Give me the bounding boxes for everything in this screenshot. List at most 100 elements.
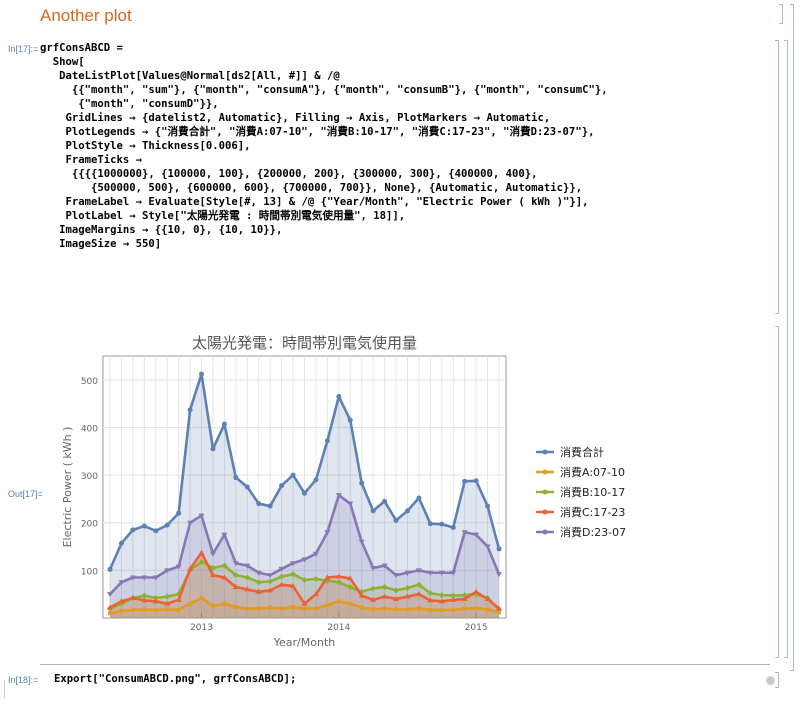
data-point: [245, 606, 250, 611]
code-line[interactable]: Show[: [40, 55, 608, 69]
data-point: [164, 522, 170, 528]
data-point: [291, 605, 296, 610]
legend-label: 消費C:17-23: [560, 505, 625, 519]
code-line[interactable]: {{{{1000000}, {100000, 100}, {200000, 20…: [40, 167, 608, 181]
legend-marker: [542, 509, 548, 515]
data-point: [188, 601, 193, 606]
data-point: [462, 606, 467, 611]
data-point: [405, 607, 410, 612]
legend-marker: [542, 469, 548, 475]
code-line[interactable]: ImageMargins → {{10, 0}, {10, 10}},: [40, 223, 608, 237]
data-point: [393, 517, 399, 523]
data-point: [427, 521, 433, 527]
data-point: [302, 490, 307, 496]
data-point: [416, 495, 422, 501]
code-line[interactable]: ImageSize → 550]: [40, 237, 608, 251]
data-point: [313, 477, 319, 483]
out17-label: Out[17]=: [8, 489, 43, 499]
y-tick-label: 200: [81, 520, 98, 530]
data-point: [336, 393, 342, 399]
data-point: [382, 498, 388, 504]
data-point: [256, 606, 261, 611]
y-tick-label: 500: [81, 377, 98, 387]
data-point: [382, 606, 387, 611]
data-point: [359, 480, 365, 486]
data-point: [462, 478, 468, 484]
data-point: [347, 417, 353, 423]
chart: 太陽光発電：時間帯別電気使用量 100 200 300 400 500 2013 2014 20…: [58, 334, 648, 654]
data-point: [370, 508, 376, 514]
legend-label: 消費合計: [560, 445, 604, 459]
code-cell-18[interactable]: Export["ConsumABCD.png", grfConsABCD];: [54, 672, 296, 686]
y-tick-label: 300: [81, 472, 98, 482]
cell-options-button[interactable]: [766, 676, 775, 685]
data-point: [268, 605, 273, 610]
data-point: [142, 607, 147, 612]
data-point: [302, 606, 307, 611]
notebook: Another plot In[17]:= grfConsABCD = Show…: [0, 0, 800, 711]
output-cell-bracket[interactable]: [775, 326, 779, 658]
data-point: [130, 607, 135, 612]
code-cell-17[interactable]: grfConsABCD = Show[ DateListPlot[Values@…: [40, 41, 608, 251]
code-line[interactable]: FrameLabel → Evaluate[Style[#, 13] & /@ …: [40, 195, 608, 209]
data-point: [165, 607, 170, 612]
code-line[interactable]: PlotStyle → Thickness[0.006],: [40, 139, 608, 153]
data-point: [176, 607, 181, 612]
section-bracket[interactable]: [779, 4, 783, 24]
export-cell-bracket[interactable]: [775, 672, 779, 688]
data-point: [108, 611, 112, 616]
data-point: [474, 606, 479, 611]
legend-label: 消費D:23-07: [560, 525, 626, 539]
data-point: [141, 523, 147, 529]
section-title: Another plot: [40, 6, 132, 25]
data-point: [324, 438, 330, 444]
code-line[interactable]: {{"month", "sum"}, {"month", "consumA"},…: [40, 83, 608, 97]
y-tick-label: 400: [81, 424, 98, 434]
data-point: [176, 510, 182, 516]
data-point: [371, 607, 376, 612]
data-point: [210, 446, 216, 452]
chart-title: 太陽光発電：時間帯別電気使用量: [192, 334, 417, 352]
chart-svg: 太陽光発電：時間帯別電気使用量 100 200 300 400 500 2013 2014 20…: [61, 334, 626, 649]
code-line[interactable]: grfConsABCD =: [40, 41, 608, 55]
data-point: [336, 599, 341, 604]
data-point: [394, 607, 399, 612]
data-point: [428, 607, 433, 612]
data-point: [221, 421, 227, 427]
data-point: [450, 524, 456, 530]
legend-marker: [542, 489, 548, 495]
legend-marker: [542, 449, 548, 455]
code-line[interactable]: DateListPlot[Values@Normal[ds2[All, #]] …: [40, 69, 608, 83]
data-point: [416, 606, 421, 611]
data-point: [404, 508, 410, 514]
legend-label: 消費B:10-17: [560, 485, 625, 499]
code-line[interactable]: {500000, 500}, {600000, 600}, {700000, 7…: [40, 181, 608, 195]
code-line[interactable]: FrameTicks →: [40, 153, 608, 167]
data-point: [233, 605, 238, 610]
data-point: [153, 607, 158, 612]
in18-label: In[18]:=: [8, 675, 39, 685]
data-point: [130, 527, 136, 533]
data-point: [187, 407, 193, 413]
cellgroup-bracket[interactable]: [784, 40, 788, 658]
x-axis-label: Year/Month: [273, 636, 336, 649]
data-point: [107, 566, 113, 572]
data-point: [439, 521, 445, 527]
group-bracket[interactable]: [790, 4, 794, 671]
data-point: [210, 604, 215, 609]
data-point: [451, 607, 456, 612]
input-cell-bracket[interactable]: [775, 40, 779, 314]
in17-label: In[17]:=: [8, 44, 39, 54]
data-point: [118, 540, 124, 546]
data-point: [222, 601, 227, 606]
code-line[interactable]: {"month", "consumD"}},: [40, 97, 608, 111]
code-line[interactable]: PlotLabel → Style["太陽光発電 : 時間帯別電気使用量", 1…: [40, 209, 608, 223]
code-line[interactable]: PlotLegends → {"消費合計", "消費A:07-10", "消費B…: [40, 125, 608, 139]
data-point: [359, 605, 364, 610]
cell-insertion-line[interactable]: [40, 664, 770, 665]
data-point: [233, 474, 239, 480]
cell-left-marker: [4, 680, 5, 698]
code-line[interactable]: GridLines → {datelist2, Automatic}, Fill…: [40, 111, 608, 125]
data-point: [348, 601, 353, 606]
legend-label: 消費A:07-10: [560, 465, 625, 479]
